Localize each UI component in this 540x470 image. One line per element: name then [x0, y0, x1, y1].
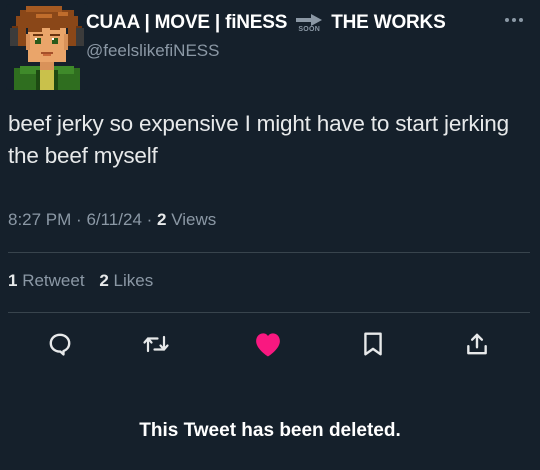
bookmark-button[interactable]: [355, 326, 391, 362]
reply-button[interactable]: [42, 326, 78, 362]
reply-icon: [49, 333, 71, 356]
retweets-count: 1: [8, 271, 18, 290]
pixel-art-avatar-image: [6, 4, 88, 90]
tweet-time[interactable]: 8:27 PM: [8, 210, 71, 229]
tweet-actions-bar: [0, 326, 540, 362]
avatar[interactable]: [6, 4, 88, 90]
tweet-metadata: 8:27 PM · 6/11/24 · 2 Views: [8, 210, 216, 230]
divider: [8, 252, 530, 253]
soon-label: SOON: [298, 26, 321, 33]
more-horizontal-icon: [505, 18, 523, 22]
retweets-stat[interactable]: 1 Retweet: [8, 271, 89, 290]
arrow-right-icon: [296, 14, 323, 26]
likes-label: Likes: [113, 271, 154, 290]
display-name-part-1: CUAA | MOVE | fiNESS: [86, 12, 288, 33]
views-label: Views: [171, 210, 217, 229]
meta-separator: ·: [76, 210, 87, 229]
tweet-header: CUAA | MOVE | fiNESS SOON THE WORKS @fee…: [6, 4, 534, 94]
tweet-text: beef jerky so expensive I might have to …: [8, 111, 509, 168]
retweet-icon: [143, 335, 169, 353]
display-name[interactable]: CUAA | MOVE | fiNESS SOON THE WORKS: [86, 9, 446, 37]
heart-icon: [256, 333, 280, 357]
more-options-button[interactable]: [500, 8, 528, 32]
retweets-label: Retweet: [22, 271, 85, 290]
divider: [8, 312, 530, 313]
soon-arrow-emoji: SOON: [294, 14, 324, 34]
display-name-part-2: THE WORKS: [331, 12, 446, 33]
tweet-date[interactable]: 6/11/24: [86, 210, 141, 229]
likes-count: 2: [99, 271, 109, 290]
user-handle[interactable]: @feelslikefiNESS: [86, 41, 219, 61]
share-icon: [467, 333, 487, 355]
bookmark-icon: [364, 332, 382, 356]
retweet-button[interactable]: [138, 326, 174, 362]
views-count: 2: [157, 210, 167, 229]
deleted-notice: This Tweet has been deleted.: [139, 420, 401, 441]
engagement-stats: 1 Retweet 2 Likes: [8, 271, 163, 291]
meta-separator: ·: [146, 210, 158, 229]
likes-stat[interactable]: 2 Likes: [99, 271, 153, 290]
like-button[interactable]: [250, 326, 286, 362]
share-button[interactable]: [459, 326, 495, 362]
